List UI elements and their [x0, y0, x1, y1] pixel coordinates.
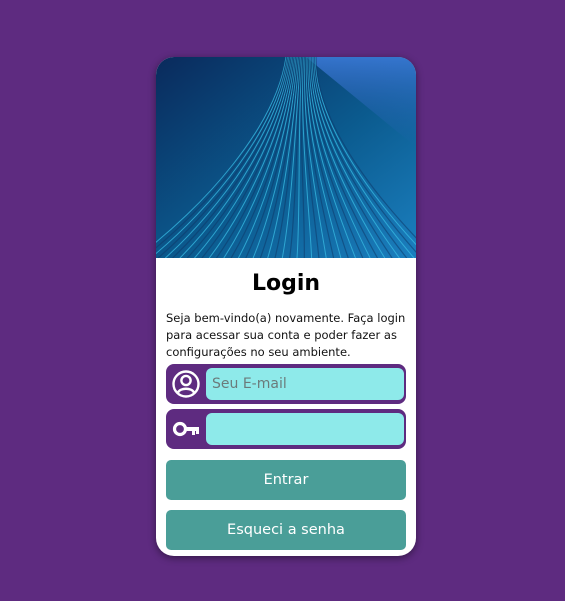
key-icon — [172, 421, 199, 437]
page-title: Login — [251, 271, 321, 296]
intro-text: Seja bem-vindo(a) novamente. Faça login … — [166, 311, 406, 359]
password-input[interactable] — [206, 413, 404, 445]
email-input[interactable] — [206, 368, 404, 400]
forgot-password-button[interactable]: Esqueci a senha — [166, 510, 406, 550]
email-field-group — [166, 364, 406, 404]
login-button[interactable]: Entrar — [166, 460, 406, 500]
login-card: Login Seja bem-vindo(a) novamente. Faça … — [156, 57, 416, 556]
user-circle-icon — [172, 370, 200, 398]
hero-image — [156, 57, 416, 258]
password-field-group — [166, 409, 406, 449]
